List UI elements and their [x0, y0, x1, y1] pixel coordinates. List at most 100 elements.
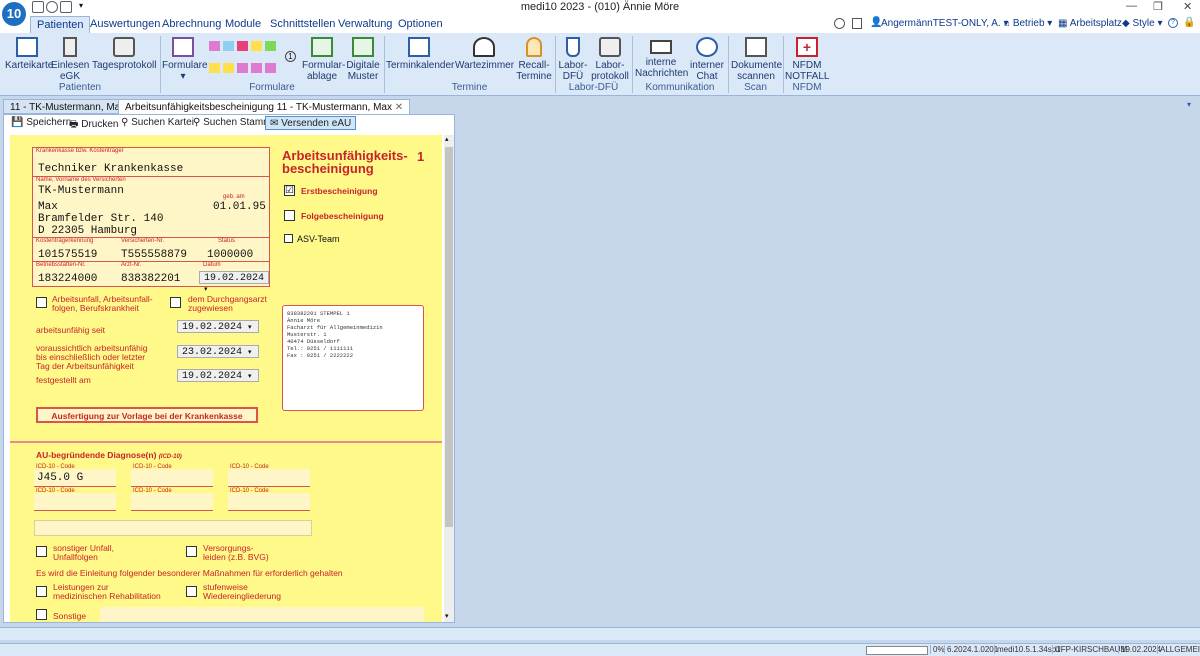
durchgangsarzt-checkbox[interactable]	[170, 297, 181, 308]
dokumente-scannen-button[interactable]: Dokumente scannen	[731, 37, 782, 82]
formulare-button[interactable]: Formulare ▾	[162, 37, 208, 82]
interne-nachrichten-button[interactable]: interne Nachrichten	[635, 37, 688, 79]
menu-module[interactable]: Module	[219, 16, 267, 33]
restore-icon[interactable]: ❐	[1153, 0, 1163, 13]
wiedereingliederung-label: stufenweise Wiedereingliederung	[203, 583, 281, 601]
sonstige-text-field[interactable]	[100, 607, 424, 622]
form-swatch-icon[interactable]	[223, 63, 234, 73]
digitale-muster-button[interactable]: Digitale Muster	[345, 37, 381, 82]
suchen-kartei-button[interactable]: ⚲ Suchen Kartei	[117, 116, 198, 130]
lastname-field[interactable]: TK-Mustermann	[38, 185, 124, 197]
form-swatch-icon[interactable]	[209, 41, 220, 51]
issue-date-picker[interactable]: 19.02.2024 ▾	[199, 271, 269, 294]
menu-abrechnung[interactable]: Abrechnung	[156, 16, 227, 33]
medical-cross-icon: +	[796, 37, 818, 57]
scrollbar-thumb[interactable]	[445, 147, 453, 527]
tagesprotokoll-button[interactable]: Tagesprotokoll	[92, 37, 156, 71]
firstname-field[interactable]: Max	[38, 201, 58, 213]
arbeitsplatz-menu[interactable]: ▦ Arbeitsplatz	[1058, 18, 1122, 29]
group-termine: Termine	[451, 82, 488, 93]
diagnosis-text-field[interactable]	[34, 520, 312, 536]
drucken-button[interactable]: 🖶 Drucken	[65, 116, 122, 130]
arbeitsunfall-checkbox[interactable]	[36, 297, 47, 308]
label-name: Name, Vorname des Versicherten	[36, 177, 126, 183]
karteikarte-button[interactable]: Karteikarte	[5, 37, 53, 71]
birthdate-field[interactable]: 01.01.95	[213, 201, 266, 213]
minimize-icon[interactable]: —	[1126, 0, 1137, 12]
labor-protokoll-button[interactable]: Labor-protokoll	[591, 37, 629, 82]
form-swatch-icon[interactable]	[223, 41, 234, 51]
scroll-down-icon[interactable]: ▾	[445, 612, 449, 620]
kk-field[interactable]: 101575519	[38, 249, 97, 261]
help-circle-icon[interactable]	[834, 18, 845, 29]
suchen-stamm-button[interactable]: ⚲ Suchen Stamm	[189, 116, 275, 130]
formularablage-button[interactable]: Formular-ablage	[302, 37, 345, 82]
versenden-eau-button[interactable]: ✉ Versenden eAU	[265, 116, 357, 130]
stamp-line: 40474 Düsseldorf	[287, 338, 340, 345]
nfdm-notfall-button[interactable]: + NFDM NOTFALL	[785, 37, 829, 82]
au-seit-date-picker[interactable]: 19.02.2024 ▾	[177, 320, 259, 333]
icd-field-5[interactable]	[131, 493, 213, 511]
terminkalender-button[interactable]: Terminkalender	[386, 37, 454, 71]
menu-patienten[interactable]: Patienten	[30, 16, 91, 33]
lock-icon[interactable]: 🔒	[1183, 17, 1195, 28]
nfdm-label: NFDM	[792, 60, 822, 71]
status-field[interactable]: 1000000	[207, 249, 253, 261]
menu-schnittstellen[interactable]: Schnittstellen	[264, 16, 341, 33]
form-swatch-icon[interactable]	[209, 63, 220, 73]
style-menu[interactable]: ◆ Style ▾	[1122, 18, 1163, 29]
help-icon[interactable]: ?	[1168, 18, 1178, 28]
recall-termine-button[interactable]: Recall- Termine	[515, 37, 553, 82]
city-field[interactable]: D 22305 Hamburg	[38, 225, 137, 237]
icd-field-2[interactable]	[131, 469, 213, 487]
wartezimmer-button[interactable]: Wartezimmer	[455, 37, 514, 71]
close-tab-icon[interactable]: ✕	[395, 102, 403, 113]
scroll-up-icon[interactable]: ▴	[445, 135, 449, 143]
menu-optionen[interactable]: Optionen	[392, 16, 449, 33]
vnr-field[interactable]: T555558879	[121, 249, 187, 261]
labor-dfue-button[interactable]: Labor- DFÜ	[557, 37, 589, 82]
asv-team-checkbox[interactable]	[284, 234, 293, 243]
chevron-down-icon: ▾	[248, 349, 252, 357]
einlesen-egk-button[interactable]: Einlesen eGK	[51, 37, 89, 82]
horizontal-scrollbar[interactable]	[0, 627, 1200, 640]
versorgungsleiden-checkbox[interactable]	[186, 546, 197, 557]
au-bis-date-picker[interactable]: 23.02.2024 ▾	[177, 345, 259, 358]
tab-overflow-icon[interactable]: ▾	[1187, 100, 1191, 109]
sonstige-checkbox[interactable]	[36, 609, 47, 620]
wiedereingliederung-checkbox[interactable]	[186, 586, 197, 597]
sonstiger-unfall-checkbox[interactable]	[36, 546, 47, 557]
label-bsnr: Betriebsstätten-Nr.	[36, 262, 86, 268]
menu-auswertungen[interactable]: Auswertungen	[84, 16, 166, 33]
tab-patient[interactable]: 11 - TK-Mustermann, Max	[3, 99, 133, 114]
interner-chat-button[interactable]: interner Chat	[689, 37, 725, 82]
form-scrollbar[interactable]: ▴ ▾	[444, 135, 454, 622]
icd-field-4[interactable]	[34, 493, 116, 511]
street-field[interactable]: Bramfelder Str. 140	[38, 213, 163, 225]
form-swatch-icon[interactable]	[251, 63, 262, 73]
stamp-line: Facharzt für Allgemeinmedizin	[287, 324, 383, 331]
form-swatch-icon[interactable]	[265, 63, 276, 73]
icd-field-3[interactable]	[228, 469, 310, 487]
form-swatch-icon[interactable]	[237, 41, 248, 51]
form-swatch-icon[interactable]	[251, 41, 262, 51]
lanr-field[interactable]: 838382201	[121, 273, 180, 285]
festgestellt-date-picker[interactable]: 19.02.2024 ▾	[177, 369, 259, 382]
menu-verwaltung[interactable]: Verwaltung	[332, 16, 398, 33]
rehabilitation-checkbox[interactable]	[36, 586, 47, 597]
betrieb-menu[interactable]: ⌂ Betrieb ▾	[1004, 18, 1052, 29]
user-menu[interactable]: AngermännTEST-ONLY, A. ▾	[881, 18, 1009, 29]
tab-au-form[interactable]: Arbeitsunfähigkeitsbescheinigung 11 - TK…	[118, 99, 411, 114]
folgebescheinigung-checkbox[interactable]	[284, 210, 295, 221]
info-icon[interactable]: 1	[285, 51, 296, 62]
icd-field-6[interactable]	[228, 493, 310, 511]
form-swatches[interactable]	[209, 41, 279, 75]
icd-field-1[interactable]: J45.0 G	[34, 469, 116, 487]
close-icon[interactable]: ✕	[1183, 0, 1192, 13]
krankenkasse-field[interactable]: Techniker Krankenkasse	[38, 163, 183, 175]
layout-icon[interactable]	[852, 18, 862, 29]
form-swatch-icon[interactable]	[265, 41, 276, 51]
form-swatch-icon[interactable]	[237, 63, 248, 73]
erstbescheinigung-checkbox[interactable]: ☑	[284, 185, 295, 196]
bsnr-field[interactable]: 183224000	[38, 273, 97, 285]
